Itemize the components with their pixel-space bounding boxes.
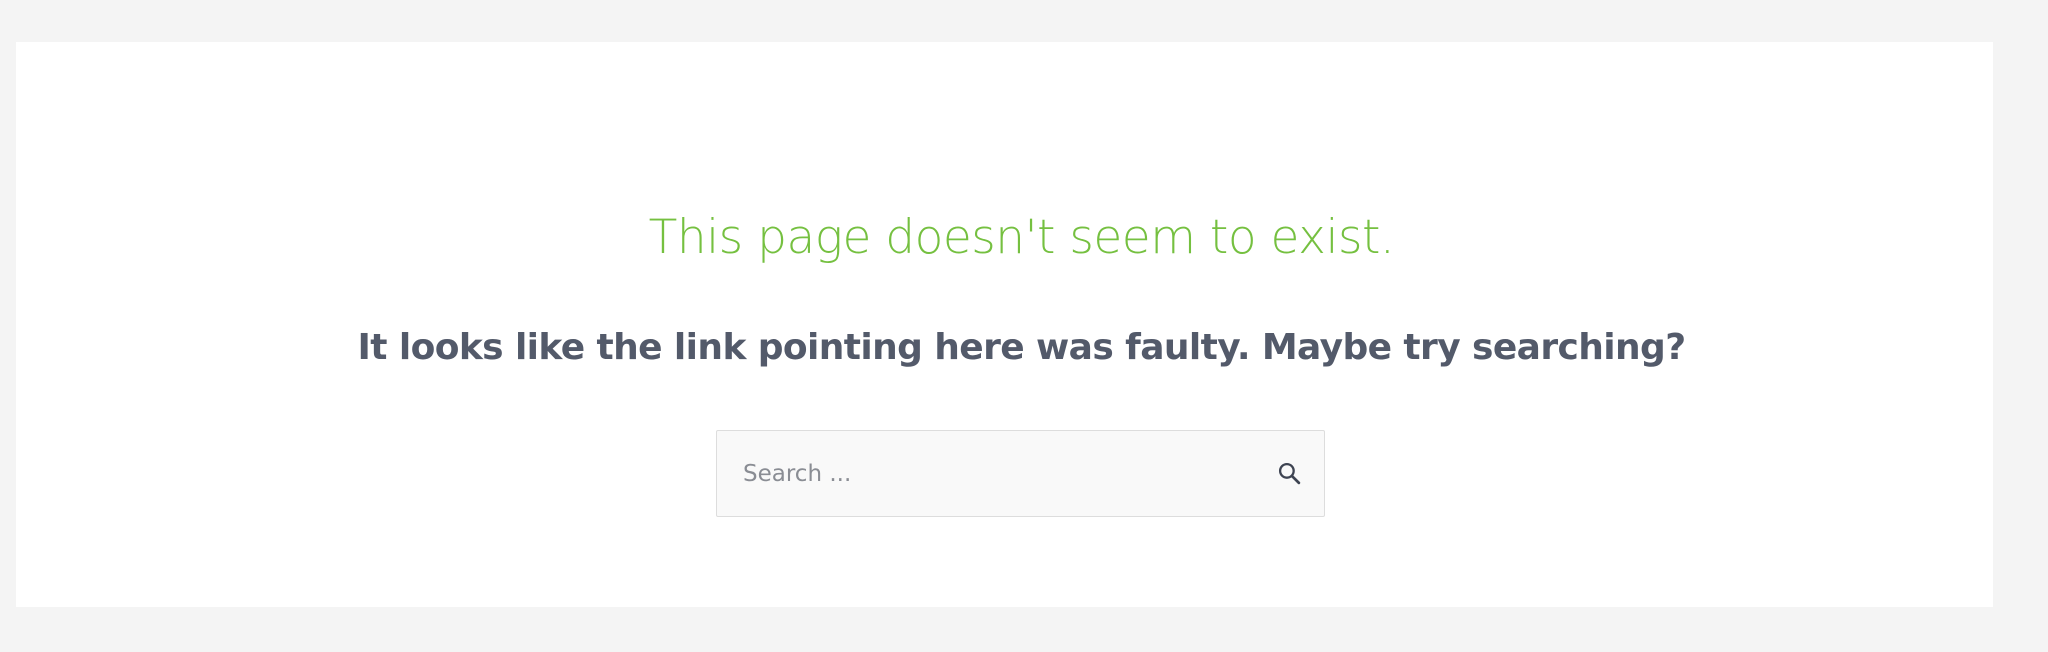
search-input[interactable]: [717, 431, 1237, 516]
error-card: This page doesn't seem to exist. It look…: [16, 42, 1993, 607]
search-form: [716, 430, 1325, 517]
search-button[interactable]: [1272, 456, 1306, 490]
page-title: This page doesn't seem to exist.: [648, 210, 1395, 265]
error-message: It looks like the link pointing here was…: [357, 327, 1687, 368]
search-icon: [1277, 461, 1302, 486]
